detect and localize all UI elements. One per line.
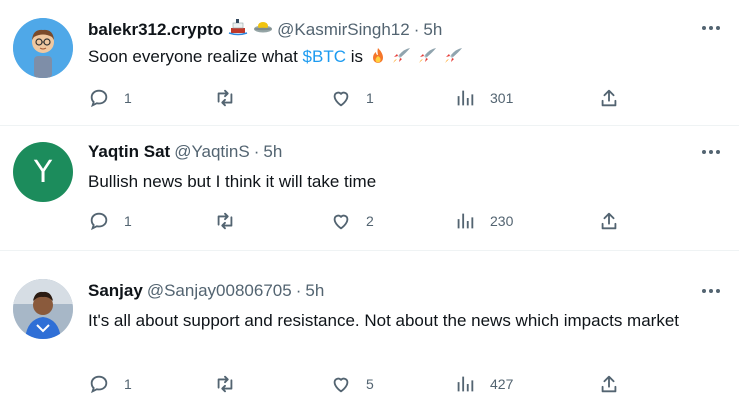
like-button[interactable]: 2 xyxy=(330,210,374,232)
views-chart-icon xyxy=(457,376,474,392)
more-options-icon[interactable] xyxy=(701,281,721,301)
like-count: 1 xyxy=(366,90,374,106)
timestamp[interactable]: 5h xyxy=(263,141,282,163)
cashtag-link[interactable]: $BTC xyxy=(303,47,346,66)
separator-dot: · xyxy=(413,20,420,39)
views-button[interactable]: 427 xyxy=(454,373,513,395)
cartoon-avatar-icon xyxy=(13,18,73,78)
rocket-emoji-icon xyxy=(440,47,466,66)
tweet-actions: 1 1 301 xyxy=(88,87,628,111)
retweet-button[interactable] xyxy=(214,87,250,109)
share-icon xyxy=(601,212,617,230)
more-options-icon[interactable] xyxy=(701,18,721,38)
tweet-text-part: is xyxy=(346,47,368,66)
views-chart-icon xyxy=(457,213,474,229)
share-button[interactable] xyxy=(598,210,620,232)
retweet-button[interactable] xyxy=(214,210,250,232)
reply-count: 1 xyxy=(124,90,132,106)
views-button[interactable]: 301 xyxy=(454,87,513,109)
views-count: 230 xyxy=(490,213,514,229)
avatar[interactable] xyxy=(13,279,73,339)
display-name[interactable]: Yaqtin Sat xyxy=(88,141,170,163)
separator-dot: · xyxy=(253,142,260,161)
tweet-text: It's all about support and resistance. N… xyxy=(88,311,679,330)
reply-count: 1 xyxy=(124,213,132,229)
retweet-icon xyxy=(217,89,233,107)
tweet-actions: 1 5 427 xyxy=(88,373,628,397)
reply-button[interactable]: 1 xyxy=(88,210,132,232)
retweet-icon xyxy=(217,375,233,393)
reply-button[interactable]: 1 xyxy=(88,373,132,395)
tweet-actions: 1 2 230 xyxy=(88,210,628,234)
share-button[interactable] xyxy=(598,87,620,109)
timestamp[interactable]: 5h xyxy=(305,280,324,302)
views-button[interactable]: 230 xyxy=(454,210,513,232)
views-chart-icon xyxy=(457,90,474,106)
like-button[interactable]: 1 xyxy=(330,87,374,109)
tweet-text: Soon everyone realize what $BTC is xyxy=(88,45,718,68)
reply-icon xyxy=(90,375,108,394)
share-button[interactable] xyxy=(598,373,620,395)
rocket-emoji-icon xyxy=(388,47,414,66)
heart-icon xyxy=(333,377,349,393)
like-count: 2 xyxy=(366,213,374,229)
separator-dot: · xyxy=(295,281,302,300)
avatar[interactable]: Y xyxy=(13,142,73,202)
views-count: 427 xyxy=(490,376,514,392)
reply-icon xyxy=(90,89,108,108)
reply-count: 1 xyxy=(124,376,132,392)
fire-emoji-icon xyxy=(368,47,388,66)
flying-saucer-emoji-icon xyxy=(253,17,273,43)
display-name[interactable]: balekr312.crypto xyxy=(88,19,223,41)
like-count: 5 xyxy=(366,376,374,392)
like-button[interactable]: 5 xyxy=(330,373,374,395)
retweet-icon xyxy=(217,212,233,230)
user-handle[interactable]: @KasmirSingh12 xyxy=(277,19,410,41)
views-count: 301 xyxy=(490,90,514,106)
user-handle[interactable]: @Sanjay00806705 xyxy=(147,280,292,302)
rocket-emoji-icon xyxy=(414,47,440,66)
tweet[interactable]: balekr312.crypto @KasmirSingh12 · 5h Soo… xyxy=(0,0,739,125)
display-name[interactable]: Sanjay xyxy=(88,280,143,302)
reply-button[interactable]: 1 xyxy=(88,87,132,109)
heart-icon xyxy=(333,214,349,230)
reply-icon xyxy=(90,212,108,231)
tweet[interactable]: Sanjay @Sanjay00806705 · 5h It's all abo… xyxy=(0,251,739,407)
avatar-letter: Y xyxy=(33,154,53,190)
timestamp[interactable]: 5h xyxy=(423,19,442,41)
tweet-text-part: Soon everyone realize what xyxy=(88,47,303,66)
more-options-icon[interactable] xyxy=(701,142,721,162)
avatar[interactable] xyxy=(13,18,73,78)
share-icon xyxy=(601,89,617,107)
ship-emoji-icon xyxy=(228,17,248,43)
user-handle[interactable]: @YaqtinS xyxy=(174,141,250,163)
profile-photo-icon xyxy=(13,279,73,339)
tweet-text: Bullish news but I think it will take ti… xyxy=(88,172,377,191)
share-icon xyxy=(601,375,617,393)
retweet-button[interactable] xyxy=(214,373,250,395)
heart-icon xyxy=(333,91,349,107)
tweet[interactable]: Y Yaqtin Sat @YaqtinS · 5h Bullish news … xyxy=(0,126,739,250)
